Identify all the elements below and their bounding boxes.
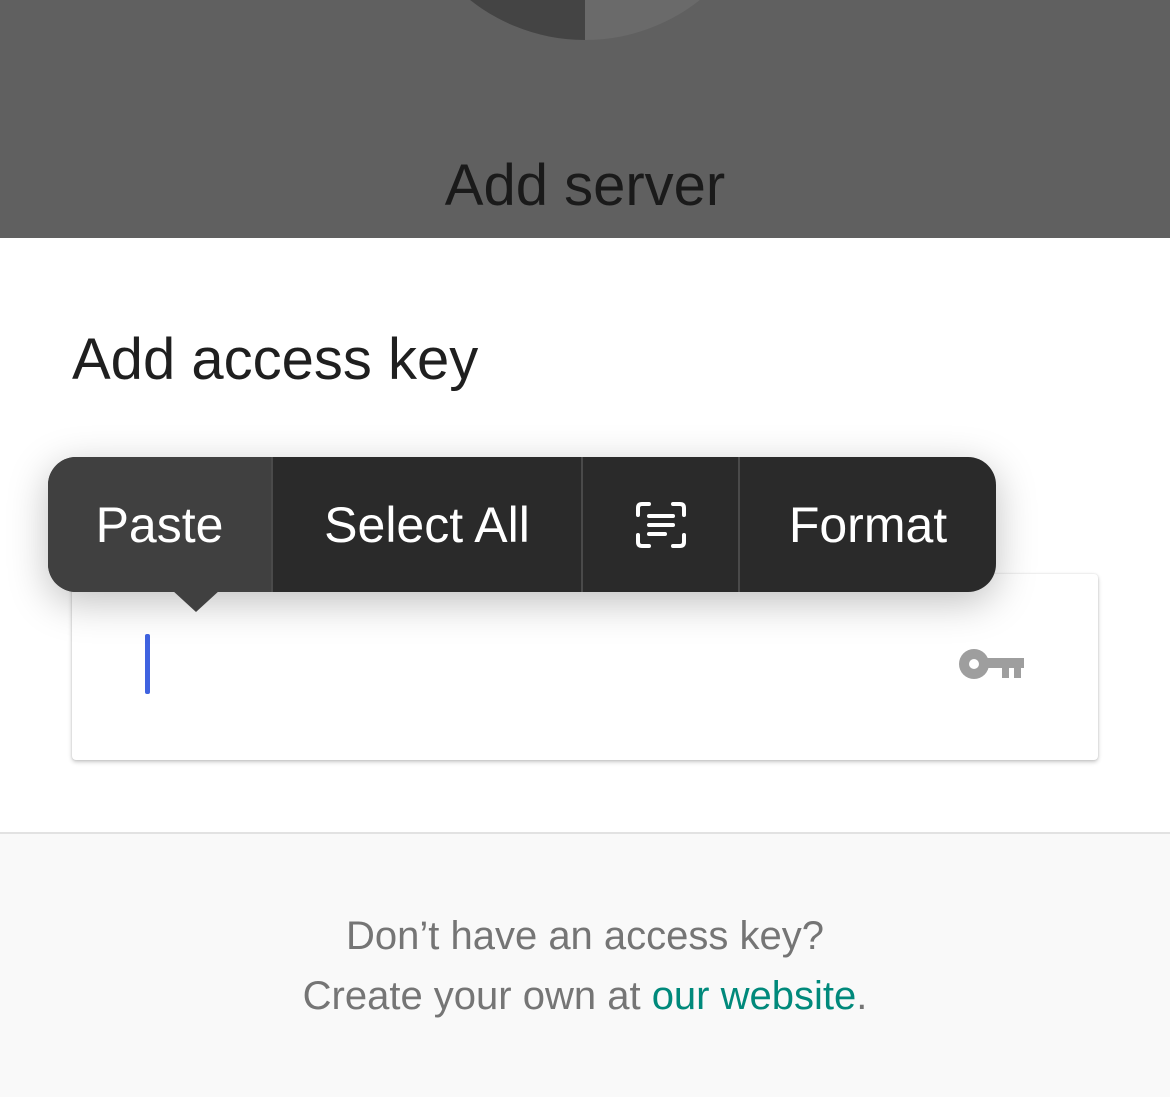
create-key-suffix: . — [856, 974, 868, 1018]
select-all-menu-item[interactable]: Select All — [271, 457, 581, 592]
create-key-text: Create your own at our website. — [0, 974, 1170, 1019]
app-logo — [400, 0, 770, 40]
create-key-prefix: Create your own at — [302, 974, 652, 1018]
add-access-key-sheet: Add access key Don’t have an access key?… — [0, 238, 1170, 1097]
access-key-input[interactable] — [132, 624, 956, 706]
paste-menu-item[interactable]: Paste — [48, 457, 271, 592]
app-logo-right-half — [585, 0, 770, 40]
text-edit-context-menu: Paste Select All Format — [48, 457, 996, 612]
sheet-title: Add access key — [72, 327, 479, 392]
key-icon — [959, 649, 1024, 679]
app-logo-left-half — [400, 0, 585, 40]
scan-text-menu-item[interactable] — [581, 457, 738, 592]
menu-pointer-arrow — [172, 590, 220, 612]
our-website-link[interactable]: our website — [652, 974, 857, 1018]
format-menu-item[interactable]: Format — [738, 457, 996, 592]
access-key-field[interactable] — [72, 574, 1098, 760]
no-access-key-text: Don’t have an access key? — [345, 914, 825, 958]
dimmed-background-screen: Add server — [0, 0, 1170, 238]
footer: Don’t have an access key? Create your ow… — [0, 834, 1170, 1097]
text-cursor — [145, 634, 150, 694]
scan-text-icon — [635, 501, 686, 548]
background-page-title: Add server — [444, 153, 726, 218]
